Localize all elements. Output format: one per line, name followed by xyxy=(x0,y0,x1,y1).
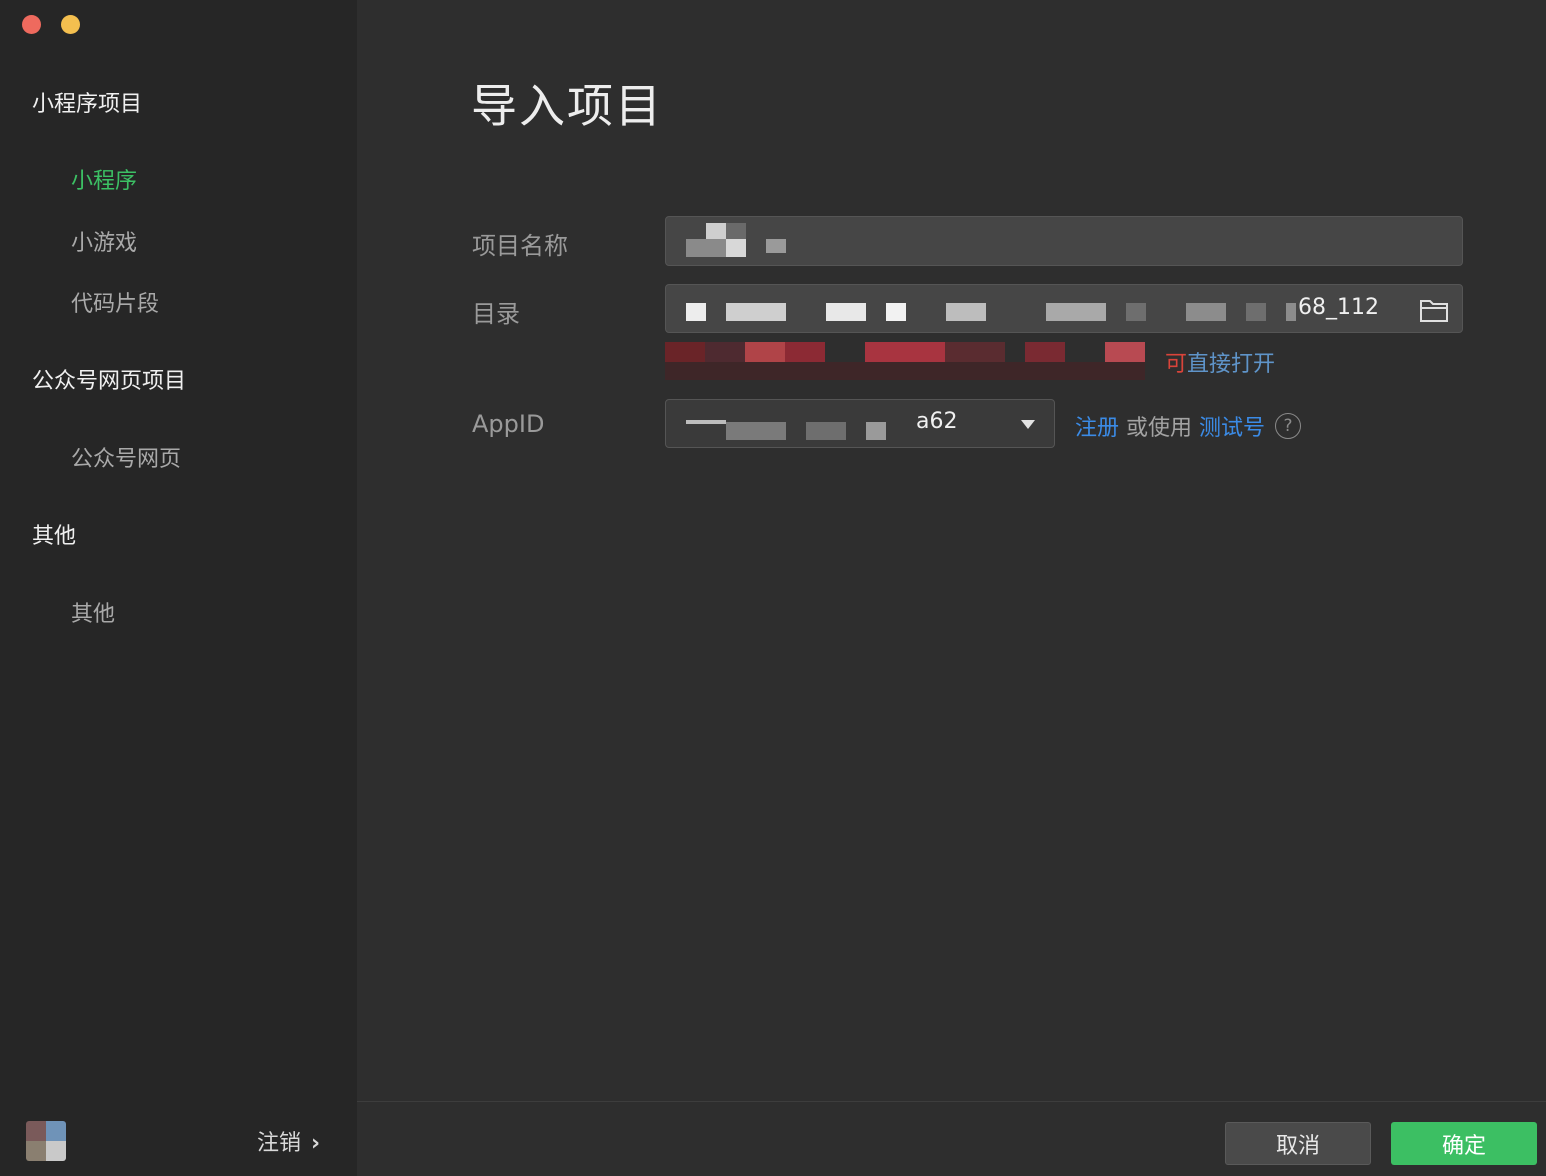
or-use-text: 或使用 xyxy=(1119,416,1200,441)
section-title-miniprogram: 小程序项目 xyxy=(32,92,143,117)
redacted-block xyxy=(806,422,846,440)
footer: 取消 确定 xyxy=(357,1101,1546,1176)
avatar[interactable] xyxy=(26,1121,66,1161)
sidebar: 小程序项目 小程序 小游戏 代码片段 公众号网页项目 公众号网页 其他 其他 注… xyxy=(0,0,357,1176)
help-icon[interactable]: ? xyxy=(1275,413,1302,439)
cancel-button[interactable]: 取消 xyxy=(1225,1122,1371,1165)
directory-input[interactable]: 68_112 xyxy=(665,284,1463,333)
sidebar-item-code-snippet[interactable]: 代码片段 xyxy=(71,286,159,318)
hint-text: 直接打开 xyxy=(1187,352,1276,377)
logout-button[interactable]: 注销 › xyxy=(257,1125,320,1157)
sidebar-item-official-webpage[interactable]: 公众号网页 xyxy=(71,441,181,473)
redacted-block xyxy=(1286,303,1296,321)
sidebar-item-miniprogram[interactable]: 小程序 xyxy=(71,163,137,195)
redacted-block xyxy=(686,239,726,257)
redacted-block xyxy=(886,303,906,321)
chevron-down-icon[interactable] xyxy=(1021,420,1035,429)
redacted-block xyxy=(726,422,786,440)
register-row: 注册 或使用 测试号 ? xyxy=(1075,410,1302,442)
sidebar-item-other[interactable]: 其他 xyxy=(71,596,115,628)
chevron-right-icon: › xyxy=(311,1131,321,1156)
directory-hint: 可直接打开 xyxy=(1165,346,1275,378)
redacted-block xyxy=(726,239,746,257)
redacted-block xyxy=(826,303,866,321)
main-panel: 导入项目 项目名称 目录 68_112 可直接打开 AppID a62 注册 或… xyxy=(357,0,1546,1176)
register-link[interactable]: 注册 xyxy=(1075,410,1119,442)
minimize-window-button[interactable] xyxy=(61,15,80,34)
directory-value: 68_112 xyxy=(1298,295,1379,320)
appid-value: a62 xyxy=(916,409,958,434)
hint-red-text: 可 xyxy=(1165,352,1188,377)
appid-label: AppID xyxy=(472,410,545,438)
appid-select[interactable]: a62 xyxy=(665,399,1055,448)
redacted-block xyxy=(726,303,786,321)
redacted-block xyxy=(1126,303,1146,321)
folder-icon[interactable] xyxy=(1419,297,1449,323)
redacted-block xyxy=(946,303,986,321)
redacted-block xyxy=(686,303,706,321)
redacted-block xyxy=(686,420,726,424)
test-account-link[interactable]: 测试号 xyxy=(1199,410,1265,442)
close-window-button[interactable] xyxy=(22,15,41,34)
directory-label: 目录 xyxy=(472,300,520,328)
sidebar-item-minigame[interactable]: 小游戏 xyxy=(71,225,137,257)
redacted-block xyxy=(1186,303,1226,321)
project-name-label: 项目名称 xyxy=(472,232,568,260)
logout-label: 注销 xyxy=(257,1131,302,1156)
section-title-official-account: 公众号网页项目 xyxy=(32,369,187,394)
section-title-other: 其他 xyxy=(32,524,77,549)
redacted-hint xyxy=(665,340,1155,382)
page-title: 导入项目 xyxy=(471,79,663,133)
redacted-block xyxy=(1246,303,1266,321)
confirm-button[interactable]: 确定 xyxy=(1391,1122,1537,1165)
redacted-block xyxy=(766,239,786,253)
project-name-input[interactable] xyxy=(665,216,1463,266)
redacted-block xyxy=(1046,303,1106,321)
redacted-block xyxy=(866,422,886,440)
redacted-block xyxy=(726,223,746,239)
